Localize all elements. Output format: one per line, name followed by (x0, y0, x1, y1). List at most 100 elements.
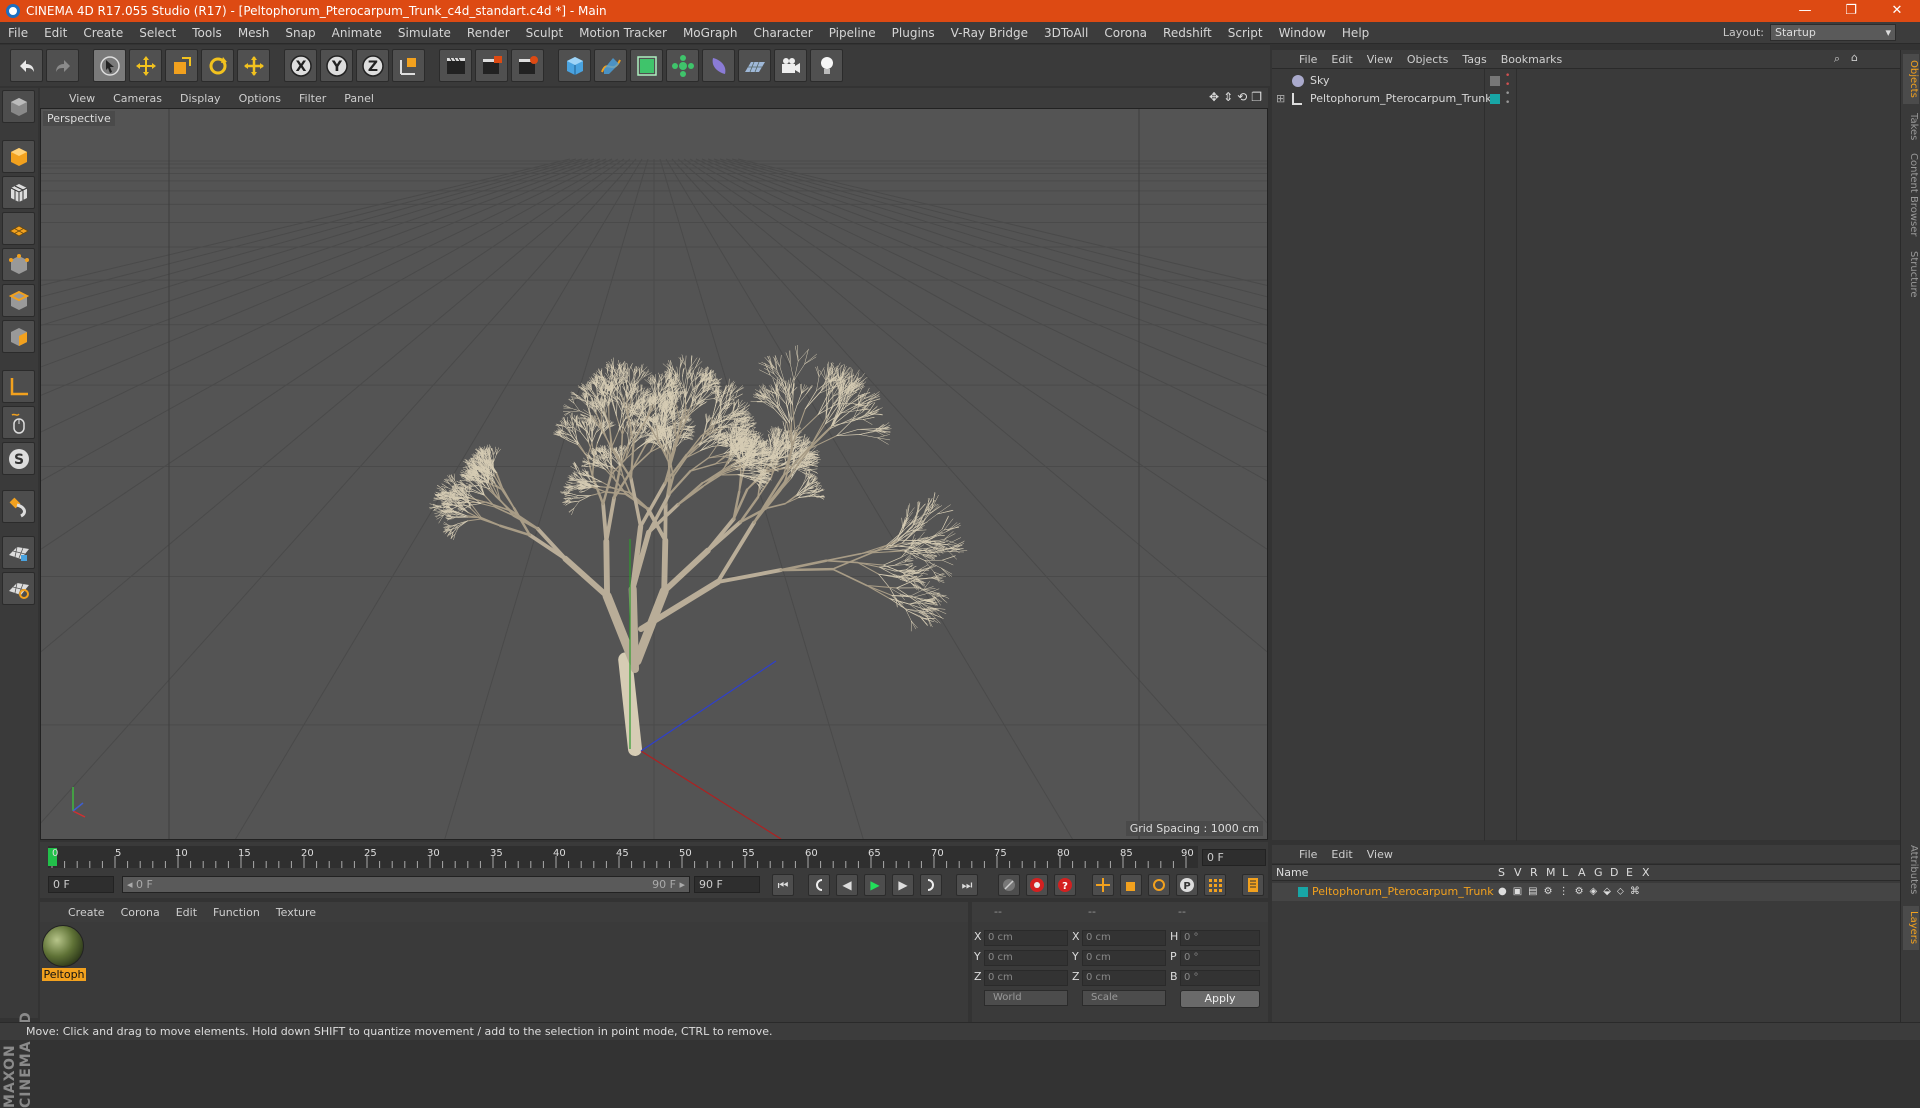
next-key-icon[interactable] (920, 874, 942, 896)
menu-pipeline[interactable]: Pipeline (821, 26, 884, 40)
viewport-menu-filter[interactable]: Filter (290, 92, 335, 105)
floor-icon[interactable] (738, 49, 771, 82)
workplane-icon[interactable] (2, 176, 35, 209)
tab-content-browser[interactable]: Content Browser (1903, 150, 1919, 240)
end-frame-field[interactable]: 90 F (694, 876, 760, 893)
edges-mode-icon[interactable] (2, 248, 35, 281)
minimize-button[interactable]: — (1782, 0, 1828, 22)
z-axis-icon[interactable]: Z (356, 49, 389, 82)
redo-icon[interactable] (46, 49, 79, 82)
frame-range-slider[interactable]: ◂ 0 F 90 F ▸ (122, 876, 690, 893)
menu-motion-tracker[interactable]: Motion Tracker (571, 26, 675, 40)
timeline-window-icon[interactable] (1242, 874, 1264, 896)
texture-mode-icon[interactable] (2, 140, 35, 173)
visibility-dots-icon[interactable]: •• (1505, 72, 1510, 90)
render-picture-viewer-icon[interactable] (475, 49, 508, 82)
previous-key-icon[interactable] (808, 874, 830, 896)
position-y-field[interactable]: 0 cm (984, 950, 1068, 966)
motion-path-icon[interactable] (998, 874, 1020, 896)
viewport-camera-label[interactable]: Perspective (43, 111, 115, 126)
viewport-pan-icon[interactable]: ✥ (1209, 90, 1219, 104)
key-position-icon[interactable] (1092, 874, 1114, 896)
layer-menu-file[interactable]: File (1292, 848, 1324, 861)
material-menu-corona[interactable]: Corona (113, 906, 168, 919)
size-y-field[interactable]: 0 cm (1082, 950, 1166, 966)
layer-menu-edit[interactable]: Edit (1324, 848, 1359, 861)
rotation-p-field[interactable]: 0 ° (1180, 950, 1260, 966)
menu-tools[interactable]: Tools (184, 26, 230, 40)
menu-sculpt[interactable]: Sculpt (518, 26, 571, 40)
object-row-sky[interactable]: Sky •• (1272, 72, 1900, 90)
previous-frame-button[interactable]: ◀ (836, 874, 858, 896)
object-menu-edit[interactable]: Edit (1324, 53, 1359, 66)
object-menu-tags[interactable]: Tags (1455, 53, 1493, 66)
live-selection-icon[interactable] (93, 49, 126, 82)
menu-animate[interactable]: Animate (324, 26, 390, 40)
viewport-zoom-icon[interactable]: ⇕ (1223, 90, 1233, 104)
model-mode-icon[interactable] (2, 90, 35, 123)
recent-tool-icon[interactable] (237, 49, 270, 82)
rotation-h-field[interactable]: 0 ° (1180, 930, 1260, 946)
object-row-trunk[interactable]: ⊞ Peltophorum_Pterocarpum_Trunk •• (1272, 90, 1900, 108)
menu-plugins[interactable]: Plugins (884, 26, 943, 40)
autokey-icon[interactable]: ? (1054, 874, 1076, 896)
subdivision-icon[interactable] (630, 49, 663, 82)
y-axis-icon[interactable]: Y (320, 49, 353, 82)
menu-mesh[interactable]: Mesh (230, 26, 278, 40)
next-frame-button[interactable]: ▶ (892, 874, 914, 896)
layer-row[interactable]: Peltophorum_Pterocarpum_Trunk ●▣▤⚙⋮⚙◈⬙⬦⌘ (1272, 883, 1900, 901)
rotation-b-field[interactable]: 0 ° (1180, 970, 1260, 986)
play-button[interactable]: ▶ (864, 874, 886, 896)
size-x-field[interactable]: 0 cm (1082, 930, 1166, 946)
axis-mode-icon[interactable] (2, 320, 35, 353)
move-icon[interactable] (129, 49, 162, 82)
expand-icon[interactable]: ⊞ (1276, 90, 1285, 108)
coordinate-mode-dropdown[interactable]: Scale (1082, 990, 1166, 1006)
menu-edit[interactable]: Edit (36, 26, 75, 40)
object-menu-view[interactable]: View (1360, 53, 1400, 66)
tab-structure[interactable]: Structure (1903, 244, 1919, 304)
grid-workplane-icon[interactable] (2, 572, 35, 605)
menu-simulate[interactable]: Simulate (390, 26, 459, 40)
menu-character[interactable]: Character (745, 26, 820, 40)
timeline-ruler[interactable]: 0 5 10 15 20 25 30 35 40 45 50 55 60 65 … (40, 842, 1268, 872)
viewport-menu-cameras[interactable]: Cameras (104, 92, 171, 105)
menu-file[interactable]: File (0, 26, 36, 40)
key-rotation-icon[interactable] (1148, 874, 1170, 896)
maximize-button[interactable]: ❐ (1828, 0, 1874, 22)
coordinate-space-dropdown[interactable]: World (984, 990, 1068, 1006)
object-menu-bookmarks[interactable]: Bookmarks (1494, 53, 1569, 66)
menu-vray-bridge[interactable]: V-Ray Bridge (943, 26, 1036, 40)
position-x-field[interactable]: 0 cm (984, 930, 1068, 946)
snap-icon[interactable] (2, 406, 35, 439)
tweak-mode-icon[interactable] (2, 370, 35, 403)
lock-workplane-icon[interactable] (2, 490, 35, 523)
close-button[interactable]: ✕ (1874, 0, 1920, 22)
object-home-icon[interactable]: ⌂ (1851, 51, 1858, 64)
object-menu-file[interactable]: File (1292, 53, 1324, 66)
object-search-icon[interactable]: ⌕ (1834, 52, 1840, 66)
tab-layers[interactable]: Layers (1903, 906, 1919, 950)
perspective-viewport[interactable]: Perspective Grid Spacing : 1000 cm (40, 108, 1268, 840)
planar-workplane-icon[interactable] (2, 536, 35, 569)
coordinate-system-icon[interactable] (392, 49, 425, 82)
material-menu-function[interactable]: Function (205, 906, 268, 919)
size-z-field[interactable]: 0 cm (1082, 970, 1166, 986)
menu-redshift[interactable]: Redshift (1155, 26, 1220, 40)
apply-button[interactable]: Apply (1180, 990, 1260, 1008)
menu-snap[interactable]: Snap (277, 26, 323, 40)
menu-select[interactable]: Select (131, 26, 184, 40)
scale-icon[interactable] (165, 49, 198, 82)
menu-corona[interactable]: Corona (1096, 26, 1155, 40)
key-pla-icon[interactable] (1204, 874, 1226, 896)
menu-script[interactable]: Script (1220, 26, 1271, 40)
current-frame-field[interactable]: 0 F (1202, 849, 1266, 866)
start-frame-field[interactable]: 0 F (48, 876, 114, 893)
deformer-icon[interactable] (702, 49, 735, 82)
magnet-icon[interactable]: S (2, 442, 35, 475)
polygons-mode-icon[interactable] (2, 284, 35, 317)
render-view-icon[interactable] (439, 49, 472, 82)
material-swatch[interactable]: Peltoph (42, 925, 86, 981)
go-to-end-button[interactable]: ⏭ (956, 874, 978, 896)
key-parameter-icon[interactable]: P (1176, 874, 1198, 896)
